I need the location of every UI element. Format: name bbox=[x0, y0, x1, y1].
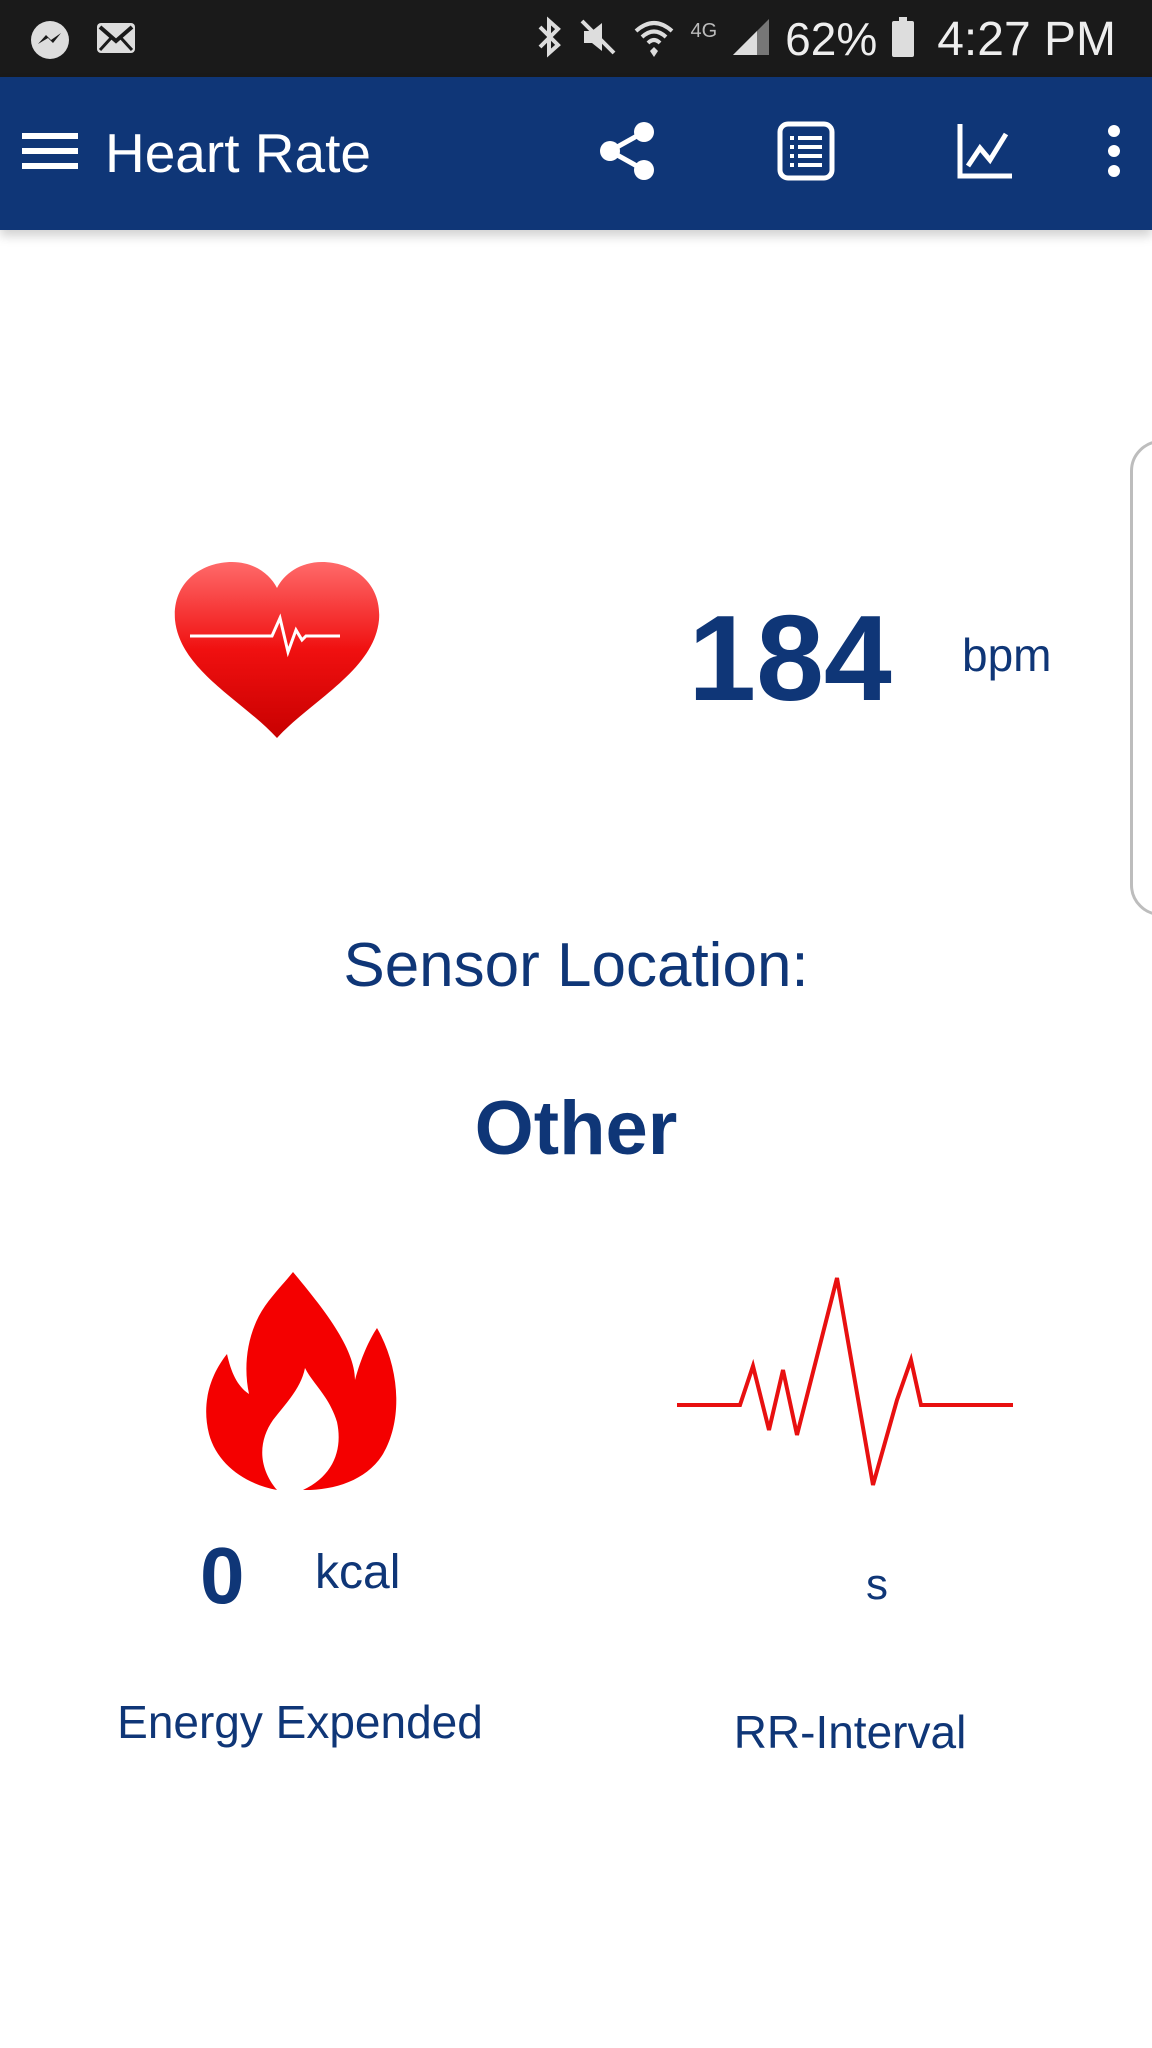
bluetooth-icon bbox=[536, 15, 564, 64]
flame-icon bbox=[205, 1270, 400, 1490]
energy-value: 0 bbox=[200, 1531, 245, 1620]
page-title: Heart Rate bbox=[105, 122, 371, 184]
heart-rate-unit: bpm bbox=[962, 629, 1052, 681]
energy-unit: kcal bbox=[315, 1546, 401, 1599]
share-icon bbox=[596, 120, 658, 187]
sensor-location-label: Sensor Location: bbox=[343, 931, 809, 1000]
rr-interval-unit: s bbox=[866, 1560, 888, 1609]
menu-button[interactable] bbox=[14, 117, 86, 189]
more-icon bbox=[1104, 121, 1124, 186]
status-bar: 4G 62% 4:27 PM bbox=[0, 0, 1152, 77]
heart-icon bbox=[172, 560, 382, 740]
network-type-label: 4G bbox=[690, 20, 718, 42]
battery-percent: 62% bbox=[785, 13, 878, 65]
battery-icon bbox=[891, 16, 915, 63]
chart-button[interactable] bbox=[949, 117, 1021, 189]
wifi-icon bbox=[632, 15, 676, 64]
share-button[interactable] bbox=[591, 117, 663, 189]
messenger-icon bbox=[28, 18, 72, 67]
energy-expended-label: Energy Expended bbox=[117, 1696, 483, 1748]
signal-icon bbox=[731, 17, 771, 62]
sensor-location-value: Other bbox=[474, 1086, 678, 1171]
mute-icon bbox=[578, 15, 618, 64]
edge-panel-handle[interactable] bbox=[1130, 440, 1152, 916]
mail-icon bbox=[94, 18, 138, 67]
log-list-button[interactable] bbox=[770, 117, 842, 189]
clock-time: 4:27 PM bbox=[937, 12, 1116, 66]
ecg-wave-icon bbox=[675, 1270, 1015, 1495]
list-icon bbox=[776, 120, 836, 187]
menu-icon bbox=[20, 129, 80, 178]
heart-rate-value: 184 bbox=[688, 590, 892, 726]
more-options-button[interactable] bbox=[1078, 117, 1150, 189]
rr-interval-label: RR-Interval bbox=[733, 1706, 967, 1758]
chart-icon bbox=[954, 120, 1016, 187]
app-bar: Heart Rate bbox=[0, 77, 1152, 230]
